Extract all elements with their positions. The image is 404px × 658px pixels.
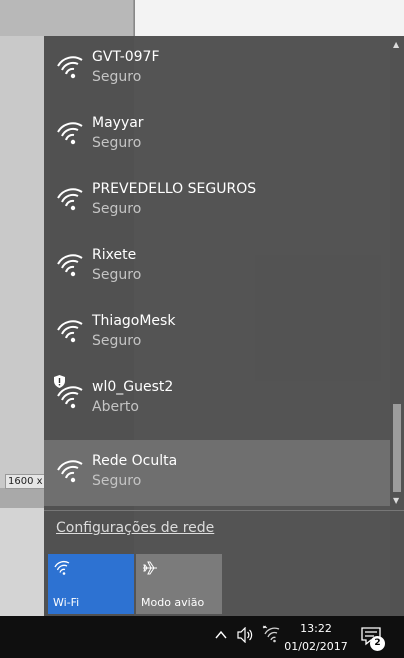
airplane-tile-label: Modo avião xyxy=(141,596,205,609)
wifi-tile-label: Wi-Fi xyxy=(53,596,80,609)
network-item-rede-oculta[interactable]: Rede Oculta Seguro xyxy=(44,440,390,506)
speaker-icon[interactable] xyxy=(236,627,254,643)
network-item-prevedello-seguros[interactable]: PREVEDELLO SEGUROS Seguro xyxy=(44,168,390,234)
network-status: Seguro xyxy=(92,267,142,283)
network-name: GVT-097F xyxy=(92,49,160,65)
clock-time[interactable]: 13:22 xyxy=(289,622,343,635)
network-status: Aberto xyxy=(92,399,139,415)
network-status: Seguro xyxy=(92,69,142,85)
network-name: Mayyar xyxy=(92,115,144,131)
scroll-up-icon[interactable]: ▲ xyxy=(393,40,399,49)
wifi-icon xyxy=(54,560,70,575)
network-tray-icon[interactable] xyxy=(262,625,280,643)
network-name: ThiagoMesk xyxy=(92,313,176,329)
network-status: Seguro xyxy=(92,135,142,151)
network-list: GVT-097F Seguro Mayyar Seguro PREVEDELLO… xyxy=(44,36,390,510)
network-status: Seguro xyxy=(92,201,142,217)
wifi-icon xyxy=(57,320,83,343)
network-item-rixete[interactable]: Rixete Seguro xyxy=(44,234,390,300)
wifi-icon xyxy=(57,386,83,409)
network-name: Rede Oculta xyxy=(92,453,178,469)
network-name: PREVEDELLO SEGUROS xyxy=(92,181,257,197)
wifi-icon xyxy=(57,122,83,145)
airplane-mode-tile[interactable]: Modo avião xyxy=(136,554,222,614)
network-name: Rixete xyxy=(92,247,137,263)
wifi-icon xyxy=(57,460,83,483)
shield-icon xyxy=(54,375,65,388)
background-window-left-strip xyxy=(0,488,44,508)
background-window-left-header xyxy=(0,0,134,36)
background-size-label: 1600 x xyxy=(5,474,46,489)
wifi-icon xyxy=(57,56,83,79)
scrollbar-thumb[interactable] xyxy=(393,404,401,492)
network-item-wl0-guest2[interactable]: wl0_Guest2 Aberto xyxy=(44,366,390,432)
clock-date[interactable]: 01/02/2017 xyxy=(283,640,349,653)
network-flyout: GVT-097F Seguro Mayyar Seguro PREVEDELLO… xyxy=(44,36,404,616)
wifi-toggle-tile[interactable]: Wi-Fi xyxy=(48,554,134,614)
network-status: Seguro xyxy=(92,333,142,349)
network-item-thiagomesk[interactable]: ThiagoMesk Seguro xyxy=(44,300,390,366)
network-item-gvt-097f[interactable]: GVT-097F Seguro xyxy=(44,36,390,102)
background-window-right-header xyxy=(134,0,404,36)
network-name: wl0_Guest2 xyxy=(92,379,174,395)
wifi-icon xyxy=(57,254,83,277)
scroll-down-icon[interactable]: ▼ xyxy=(393,496,399,505)
network-item-mayyar[interactable]: Mayyar Seguro xyxy=(44,102,390,168)
show-hidden-icons-chevron-icon[interactable] xyxy=(214,628,228,642)
divider xyxy=(44,510,404,511)
network-status: Seguro xyxy=(92,473,142,489)
taskbar: 13:22 01/02/2017 2 xyxy=(0,616,404,658)
network-settings-link[interactable]: Configurações de rede xyxy=(56,520,214,536)
airplane-icon xyxy=(143,561,157,575)
wifi-icon xyxy=(57,188,83,211)
notification-count-badge: 2 xyxy=(370,636,385,651)
